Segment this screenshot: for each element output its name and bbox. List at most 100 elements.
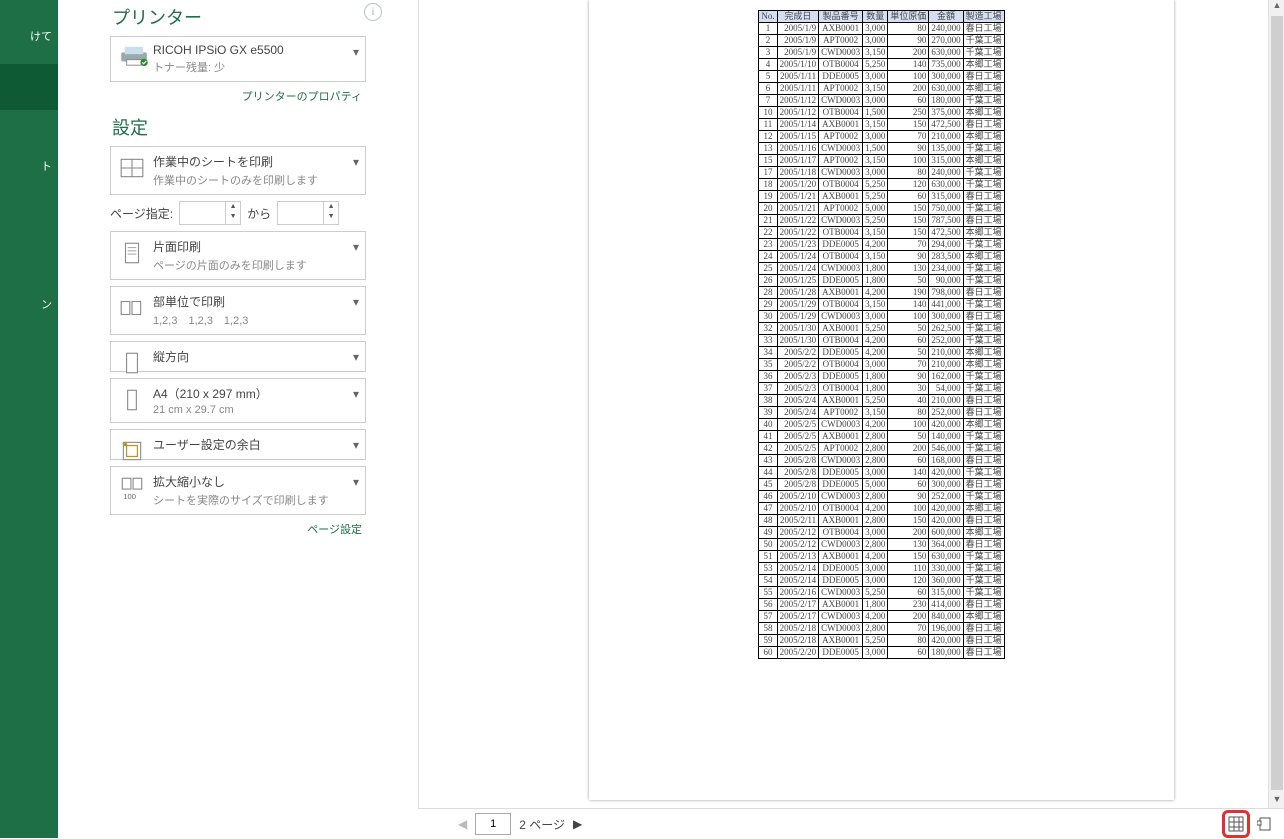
table-row: 22005/1/9APT00023,00090270,000千葉工場 (759, 35, 1004, 47)
table-cell: 千葉工場 (963, 587, 1004, 599)
table-cell: 30 (759, 311, 777, 323)
info-icon[interactable]: i (364, 3, 382, 21)
table-cell: 2005/2/18 (777, 635, 819, 647)
table-row: 242005/1/24OTB00043,15090283,500本郷工場 (759, 251, 1004, 263)
table-cell: 90 (888, 35, 929, 47)
table-cell: 2005/1/23 (777, 239, 819, 251)
table-cell: 4,200 (863, 611, 888, 623)
table-cell: 330,000 (929, 563, 963, 575)
table-row: 532005/2/14DDE00053,000110330,000千葉工場 (759, 563, 1004, 575)
scroll-thumb[interactable] (1271, 16, 1283, 790)
prev-page-button[interactable]: ◀ (458, 817, 467, 831)
table-cell: 70 (888, 239, 929, 251)
table-row: 382005/2/4AXB00015,25040210,000春日工場 (759, 395, 1004, 407)
show-margins-button[interactable] (1222, 810, 1250, 838)
table-cell: 千葉工場 (963, 95, 1004, 107)
rail-item-3[interactable]: ン (0, 288, 58, 320)
vertical-scrollbar[interactable]: ▲ ▼ (1268, 0, 1284, 808)
table-cell: AXB0001 (819, 431, 863, 443)
table-row: 12005/1/9AXB00013,00080240,000春日工場 (759, 23, 1004, 35)
collate-selector[interactable]: ▾ 部単位で印刷 1,2,3 1,2,3 1,2,3 (110, 286, 366, 335)
table-cell: 5,000 (863, 479, 888, 491)
printer-selector[interactable]: ▾ RICOH IPSiO GX e5500 トナー残量: 少 (110, 36, 366, 82)
page-navigator: ◀ 2 ページ ▶ (458, 813, 582, 835)
table-cell: DDE0005 (819, 347, 863, 359)
table-row: 482005/2/11AXB00012,800150420,000春日工場 (759, 515, 1004, 527)
table-cell: 5,000 (863, 203, 888, 215)
next-page-button[interactable]: ▶ (573, 817, 582, 831)
table-row: 32005/1/9CWD00033,150200630,000千葉工場 (759, 47, 1004, 59)
sides-selector[interactable]: ▾ 片面印刷 ページの片面のみを印刷します (110, 231, 366, 280)
table-cell: APT0002 (819, 443, 863, 455)
table-row: 122005/1/15APT00023,00070210,000本郷工場 (759, 131, 1004, 143)
table-cell: 2005/2/5 (777, 419, 819, 431)
collate-title: 部単位で印刷 (119, 293, 357, 310)
rail-item-0[interactable]: けて (0, 20, 58, 52)
rail-item-print[interactable] (0, 64, 58, 110)
table-cell: 春日工場 (963, 215, 1004, 227)
zoom-to-page-button[interactable] (1254, 813, 1276, 835)
table-cell: CWD0003 (819, 623, 863, 635)
scroll-down-icon[interactable]: ▼ (1269, 794, 1284, 808)
table-row: 62005/1/11APT00023,150200630,000本郷工場 (759, 83, 1004, 95)
table-cell: 7 (759, 95, 777, 107)
table-cell: 本郷工場 (963, 527, 1004, 539)
orientation-selector[interactable]: ▾ 縦方向 (110, 341, 366, 372)
printer-icon (119, 45, 145, 71)
chevron-down-icon: ▾ (353, 387, 359, 401)
table-cell: 3,000 (863, 467, 888, 479)
table-cell: 41 (759, 431, 777, 443)
table-cell: 千葉工場 (963, 239, 1004, 251)
page-to-input[interactable]: ▲▼ (277, 201, 339, 225)
table-cell: 本郷工場 (963, 503, 1004, 515)
table-cell: 春日工場 (963, 623, 1004, 635)
table-cell: 2005/1/18 (777, 167, 819, 179)
table-cell: 21 (759, 215, 777, 227)
table-cell: 56 (759, 599, 777, 611)
table-cell: 32 (759, 323, 777, 335)
collate-desc: 1,2,3 1,2,3 1,2,3 (119, 312, 357, 328)
table-cell: 千葉工場 (963, 275, 1004, 287)
table-cell: 150 (888, 515, 929, 527)
margins-selector[interactable]: ▾ ユーザー設定の余白 (110, 429, 366, 460)
table-cell: 200 (888, 47, 929, 59)
table-cell: 千葉工場 (963, 551, 1004, 563)
table-cell: CWD0003 (819, 167, 863, 179)
table-cell: DDE0005 (819, 575, 863, 587)
table-cell: CWD0003 (819, 419, 863, 431)
table-row: 502005/2/12CWD00032,800130364,000春日工場 (759, 539, 1004, 551)
what-to-print-selector[interactable]: ▾ 作業中のシートを印刷 作業中のシートのみを印刷します (110, 146, 366, 195)
table-cell: 60 (888, 455, 929, 467)
scroll-up-icon[interactable]: ▲ (1269, 0, 1284, 14)
table-cell: 364,000 (929, 539, 963, 551)
collate-icon (119, 295, 145, 321)
table-row: 542005/2/14DDE00053,000120360,000千葉工場 (759, 575, 1004, 587)
table-cell: 50 (759, 539, 777, 551)
sheet-grid-icon (119, 155, 145, 181)
table-cell: 2005/1/9 (777, 23, 819, 35)
table-cell: 2005/1/21 (777, 191, 819, 203)
table-row: 402005/2/5CWD00034,200100420,000本郷工場 (759, 419, 1004, 431)
table-row: 352005/2/2OTB00043,00070210,000本郷工場 (759, 359, 1004, 371)
table-cell: CWD0003 (819, 491, 863, 503)
page-setup-link[interactable]: ページ設定 (110, 521, 362, 537)
rail-item-2[interactable]: ト (0, 150, 58, 182)
table-cell: 70 (888, 623, 929, 635)
table-cell: DDE0005 (819, 467, 863, 479)
table-cell: 58 (759, 623, 777, 635)
table-cell: 3,000 (863, 35, 888, 47)
table-cell: 13 (759, 143, 777, 155)
table-cell: 千葉工場 (963, 383, 1004, 395)
page-total-label: 2 ページ (519, 816, 565, 833)
scaling-selector[interactable]: ▾ 100 拡大縮小なし シートを実際のサイズで印刷します (110, 466, 366, 515)
table-cell: APT0002 (819, 83, 863, 95)
table-cell: 44 (759, 467, 777, 479)
page-from-input[interactable]: ▲▼ (179, 201, 241, 225)
paper-size-selector[interactable]: ▾ A4（210 x 297 mm） 21 cm x 29.7 cm (110, 378, 366, 423)
table-row: 322005/1/30AXB00015,25050262,500千葉工場 (759, 323, 1004, 335)
table-cell: 252,000 (929, 491, 963, 503)
table-cell: 130 (888, 539, 929, 551)
printer-properties-link[interactable]: プリンターのプロパティ (110, 88, 362, 104)
print-settings-panel: プリンター i ▾ RICOH IPSiO GX e5500 トナー残量: 少 … (110, 0, 420, 547)
current-page-input[interactable] (475, 813, 511, 835)
